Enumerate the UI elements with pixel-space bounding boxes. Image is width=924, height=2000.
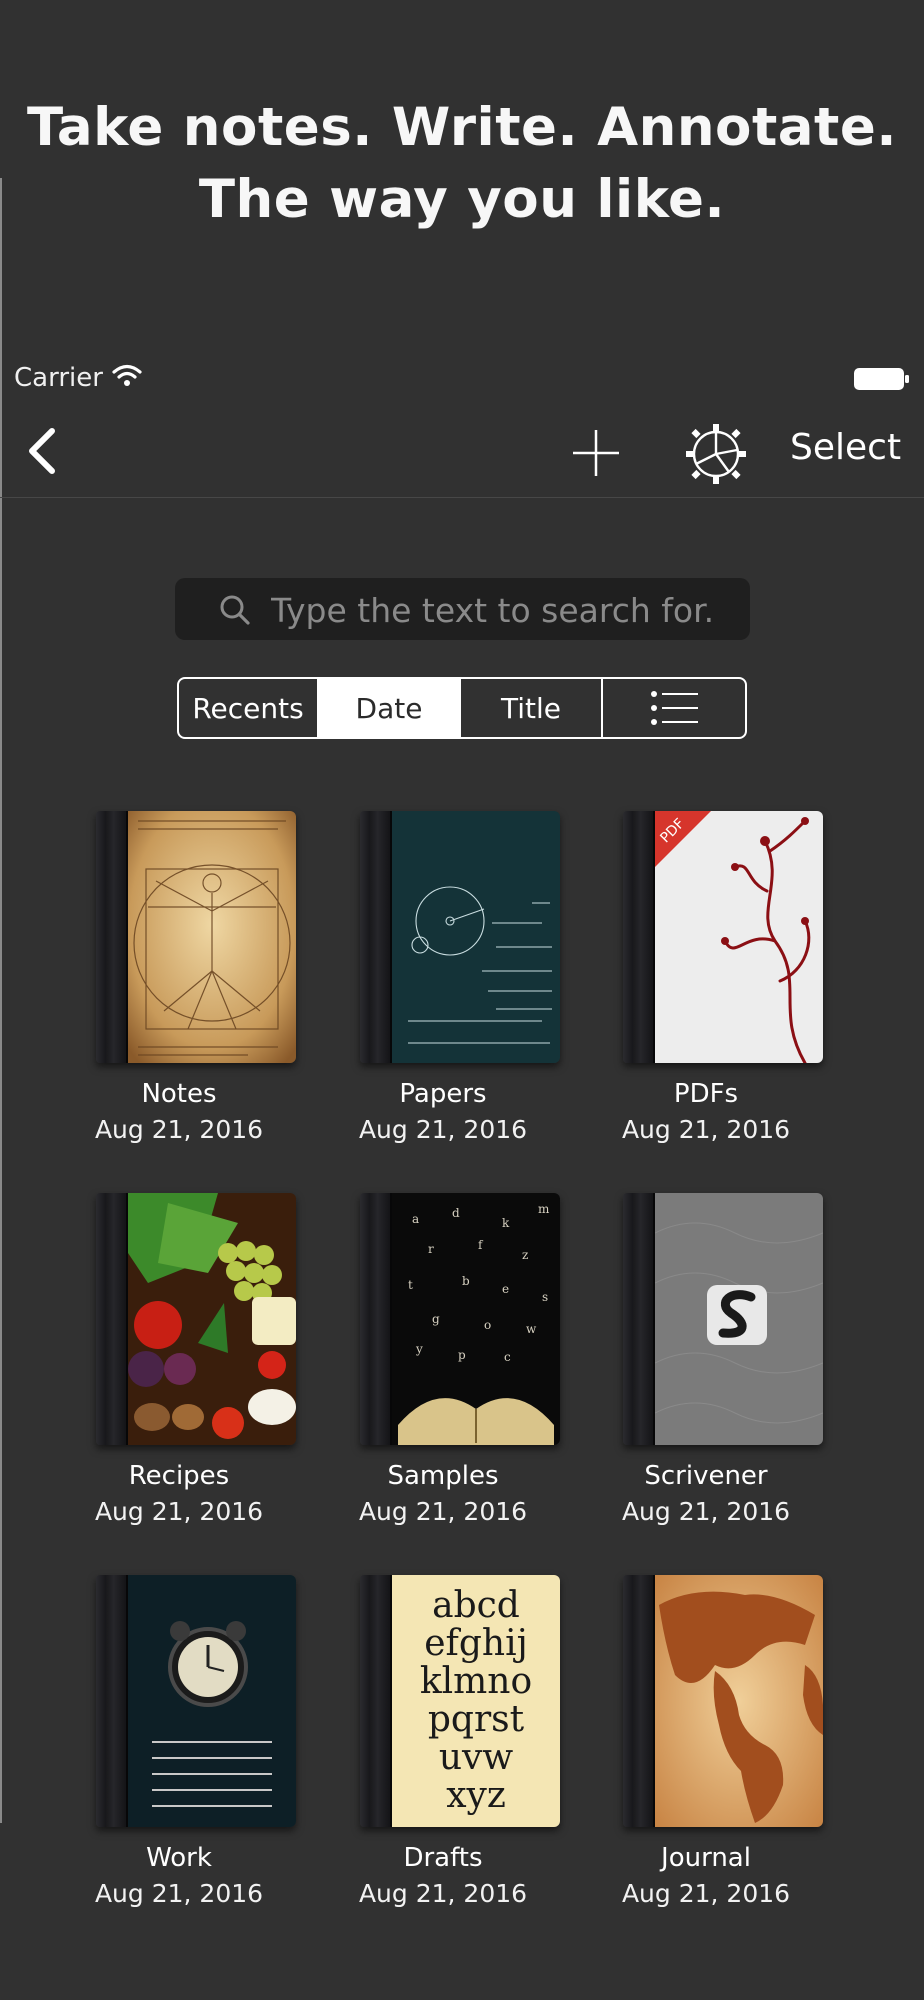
search-icon xyxy=(219,594,251,630)
svg-text:m: m xyxy=(538,1202,550,1216)
headline-line-1: Take notes. Write. Annotate. xyxy=(27,97,897,158)
scrivener-logo-cover-image xyxy=(655,1193,823,1445)
svg-text:o: o xyxy=(484,1318,491,1332)
gear-icon xyxy=(686,424,746,484)
notebook-recipes[interactable]: Recipes Aug 21, 2016 xyxy=(69,1193,296,1526)
notebook-date: Aug 21, 2016 xyxy=(358,1115,528,1144)
battery-icon xyxy=(854,367,910,395)
notebook-spine xyxy=(96,811,128,1063)
notebook-pdfs[interactable]: PDF PDFs Aug 21, 2016 xyxy=(596,811,823,1144)
svg-text:g: g xyxy=(432,1312,440,1326)
notebook-cover xyxy=(96,1575,296,1827)
notebook-title: Scrivener xyxy=(644,1461,768,1491)
notebook-work[interactable]: Work Aug 21, 2016 xyxy=(69,1575,296,1908)
notebook-date: Aug 21, 2016 xyxy=(621,1115,791,1144)
chalkboard-equations-cover-image xyxy=(392,811,560,1063)
world-map-cover-image xyxy=(655,1575,823,1827)
notebook-title: Journal xyxy=(661,1843,751,1873)
svg-text:z: z xyxy=(522,1248,528,1262)
list-view-segment[interactable] xyxy=(603,679,745,737)
svg-text:r: r xyxy=(428,1242,434,1256)
alphabet-cover-letters: abcd efghij klmno pqrst uvw xyz xyxy=(419,1585,533,1816)
notebook-date: Aug 21, 2016 xyxy=(621,1497,791,1526)
notebook-cover xyxy=(96,811,296,1063)
notebook-spine xyxy=(96,1575,128,1827)
svg-text:w: w xyxy=(526,1322,537,1336)
search-bar xyxy=(175,578,750,642)
notebook-title: Samples xyxy=(387,1461,499,1491)
plus-icon xyxy=(573,430,619,476)
notebook-cover: adkm rfz tbes gow ypc xyxy=(360,1193,560,1445)
notebook-papers[interactable]: Papers Aug 21, 2016 xyxy=(333,811,560,1144)
flying-letters-book-cover-image: a dkm r fz t bes gow ypc xyxy=(392,1193,560,1445)
notebook-spine xyxy=(623,1575,655,1827)
select-button[interactable]: Select xyxy=(790,427,901,468)
vitruvian-man-cover-image xyxy=(128,811,296,1063)
notebook-spine xyxy=(623,1193,655,1445)
svg-text:c: c xyxy=(504,1350,511,1364)
notebook-spine xyxy=(360,1193,392,1445)
svg-text:t: t xyxy=(408,1278,413,1292)
svg-text:s: s xyxy=(542,1290,548,1304)
navigation-bar: Select xyxy=(0,405,924,498)
settings-button[interactable] xyxy=(685,423,747,485)
notebook-date: Aug 21, 2016 xyxy=(94,1497,264,1526)
notebook-scrivener[interactable]: Scrivener Aug 21, 2016 xyxy=(596,1193,823,1526)
fruit-vegetables-cover-image xyxy=(128,1193,296,1445)
notebook-date: Aug 21, 2016 xyxy=(358,1879,528,1908)
svg-text:b: b xyxy=(462,1274,470,1288)
notebook-title: Recipes xyxy=(128,1461,230,1491)
svg-text:k: k xyxy=(502,1216,510,1230)
notebook-title: Notes xyxy=(141,1079,217,1109)
notebook-cover xyxy=(623,1575,823,1827)
svg-text:p: p xyxy=(458,1348,466,1362)
svg-text:y: y xyxy=(415,1342,423,1356)
sort-recents-segment[interactable]: Recents xyxy=(179,679,319,737)
list-icon xyxy=(651,691,698,725)
notebook-spine xyxy=(360,811,392,1063)
svg-text:a: a xyxy=(412,1212,419,1226)
search-input[interactable] xyxy=(269,578,733,642)
notebook-samples[interactable]: adkm rfz tbes gow ypc Samples Aug 21, 20… xyxy=(333,1193,560,1526)
notebook-journal[interactable]: Journal Aug 21, 2016 xyxy=(596,1575,823,1908)
notebook-cover xyxy=(360,811,560,1063)
notebook-spine xyxy=(623,811,655,1063)
chevron-left-icon xyxy=(29,428,55,474)
notebook-title: Drafts xyxy=(403,1843,483,1873)
notebook-date: Aug 21, 2016 xyxy=(358,1497,528,1526)
notebook-spine xyxy=(96,1193,128,1445)
alarm-clock-calendar-cover-image xyxy=(128,1575,296,1827)
svg-text:e: e xyxy=(502,1282,509,1296)
alphabet-cover-image: abcd efghij klmno pqrst uvw xyz xyxy=(392,1575,560,1827)
notebook-cover: PDF xyxy=(623,811,823,1063)
notebook-drafts[interactable]: abcd efghij klmno pqrst uvw xyz Drafts A… xyxy=(333,1575,560,1908)
notebook-title: PDFs xyxy=(673,1079,739,1109)
notebook-cover xyxy=(96,1193,296,1445)
sort-title-segment[interactable]: Title xyxy=(461,679,603,737)
notebook-title: Papers xyxy=(399,1079,487,1109)
floral-pdf-cover-image xyxy=(655,811,823,1063)
notebook-title: Work xyxy=(146,1843,212,1873)
notebook-date: Aug 21, 2016 xyxy=(621,1879,791,1908)
sort-segmented-control: Recents Date Title xyxy=(177,677,747,739)
notebook-notes[interactable]: Notes Aug 21, 2016 xyxy=(69,811,296,1144)
status-bar: Carrier xyxy=(0,355,924,401)
marketing-headline: Take notes. Write. Annotate. The way you… xyxy=(0,92,924,236)
notebook-date: Aug 21, 2016 xyxy=(94,1879,264,1908)
wifi-icon xyxy=(112,363,142,391)
back-button[interactable] xyxy=(22,427,62,475)
svg-text:d: d xyxy=(452,1206,460,1220)
notebook-spine xyxy=(360,1575,392,1827)
notebook-date: Aug 21, 2016 xyxy=(94,1115,264,1144)
notebook-cover xyxy=(623,1193,823,1445)
headline-line-2: The way you like. xyxy=(198,169,726,230)
notebook-cover: abcd efghij klmno pqrst uvw xyz xyxy=(360,1575,560,1827)
carrier-label: Carrier xyxy=(14,363,103,393)
add-notebook-button[interactable] xyxy=(570,427,622,479)
sort-date-segment[interactable]: Date xyxy=(319,679,461,737)
